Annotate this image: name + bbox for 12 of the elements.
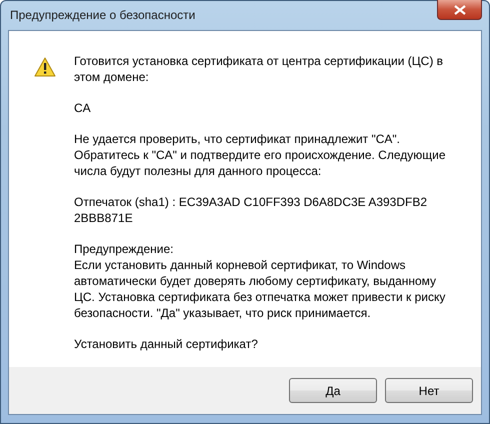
no-button[interactable]: Нет (385, 378, 473, 403)
message-text: CA (74, 100, 92, 116)
message-text: Не удается проверить, что сертификат принадлежит "CA". Обратитесь к "CA" и подтвердите его происхождение. Следующие числа будут полезны для данного процесса: (74, 131, 447, 179)
close-button[interactable] (437, 0, 482, 20)
message-text: Установить данный сертификат? (74, 336, 259, 352)
message-text: Готовится установка сертификата от центра сертификации (ЦС) в этом домене: (74, 53, 444, 85)
yes-button[interactable]: Да (289, 378, 377, 403)
message-text: Отпечаток (sha1) : EC39A3AD C10FF393 D6A8DC3E A393DFB2 2BBB871E (74, 194, 428, 226)
message-text: Предупреждение: Если установить данный корневой сертификат, то Windows автоматически будет доверять любому сертификату, выданному ЦС. Установка сертификата без отпечатка может привести к риску безопасности. "Да" указывает, что риск принимается. (74, 241, 446, 321)
warning-icon (34, 57, 56, 77)
close-icon (454, 4, 466, 14)
window-title: Предупреждение о безопасности (10, 8, 196, 22)
